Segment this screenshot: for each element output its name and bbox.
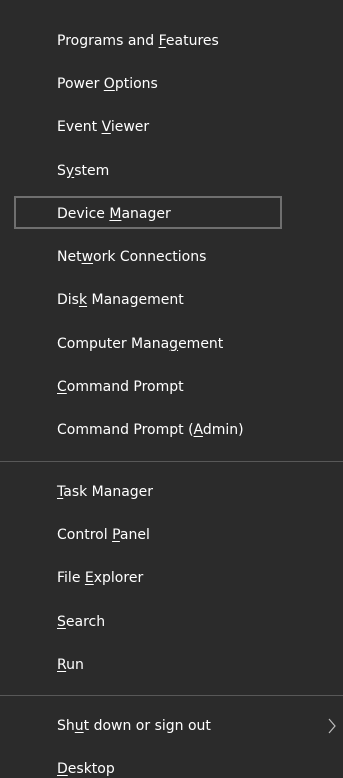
menu-item-label: System — [57, 162, 110, 179]
menu-item-label: Command Prompt (Admin) — [57, 422, 244, 439]
menu-item-label: Shut down or sign out — [57, 718, 211, 735]
menu-item-computer-management[interactable]: Computer Management — [0, 322, 343, 365]
menu-item-desktop[interactable]: Desktop — [0, 748, 343, 778]
menu-item-network-connections[interactable]: Network Connections — [0, 235, 343, 278]
menu-item-disk-management[interactable]: Disk Management — [0, 279, 343, 322]
chevron-right-icon — [328, 718, 336, 734]
winx-context-menu: Programs and Features Power Options Even… — [0, 0, 343, 778]
menu-item-system[interactable]: System — [0, 149, 343, 192]
menu-item-label: Command Prompt — [57, 379, 184, 396]
menu-item-control-panel[interactable]: Control Panel — [0, 513, 343, 556]
menu-item-label: Event Viewer — [57, 119, 150, 136]
menu-item-label: Programs and Features — [57, 32, 219, 49]
menu-item-label: Desktop — [57, 761, 115, 778]
menu-item-programs-and-features[interactable]: Programs and Features — [0, 19, 343, 62]
menu-item-run[interactable]: Run — [0, 643, 343, 686]
menu-item-label: Search — [57, 613, 106, 630]
menu-item-file-explorer[interactable]: File Explorer — [0, 557, 343, 600]
menu-item-command-prompt-admin[interactable]: Command Prompt (Admin) — [0, 409, 343, 452]
menu-item-label: Network Connections — [57, 249, 207, 266]
menu-item-task-manager[interactable]: Task Manager — [0, 470, 343, 513]
menu-item-command-prompt[interactable]: Command Prompt — [0, 365, 343, 408]
menu-item-label: Device Manager — [57, 205, 171, 222]
menu-item-label: Disk Management — [57, 292, 184, 309]
menu-group-session: Shut down or sign out Desktop — [0, 704, 343, 778]
menu-item-label: Computer Management — [57, 335, 224, 352]
menu-divider — [0, 695, 343, 697]
menu-group-system-tools: Programs and Features Power Options Even… — [0, 0, 343, 452]
menu-item-device-manager[interactable]: Device Manager — [0, 192, 343, 235]
menu-item-label: File Explorer — [57, 570, 144, 587]
menu-item-event-viewer[interactable]: Event Viewer — [0, 106, 343, 149]
menu-item-power-options[interactable]: Power Options — [0, 62, 343, 105]
menu-item-search[interactable]: Search — [0, 600, 343, 643]
menu-item-label: Power Options — [57, 75, 158, 92]
menu-group-utilities: Task Manager Control Panel File Explorer… — [0, 470, 343, 686]
menu-item-shut-down-or-sign-out[interactable]: Shut down or sign out — [0, 704, 343, 747]
menu-item-label: Run — [57, 656, 84, 673]
menu-divider — [0, 460, 343, 462]
menu-item-label: Task Manager — [57, 483, 154, 500]
menu-item-label: Control Panel — [57, 526, 150, 543]
